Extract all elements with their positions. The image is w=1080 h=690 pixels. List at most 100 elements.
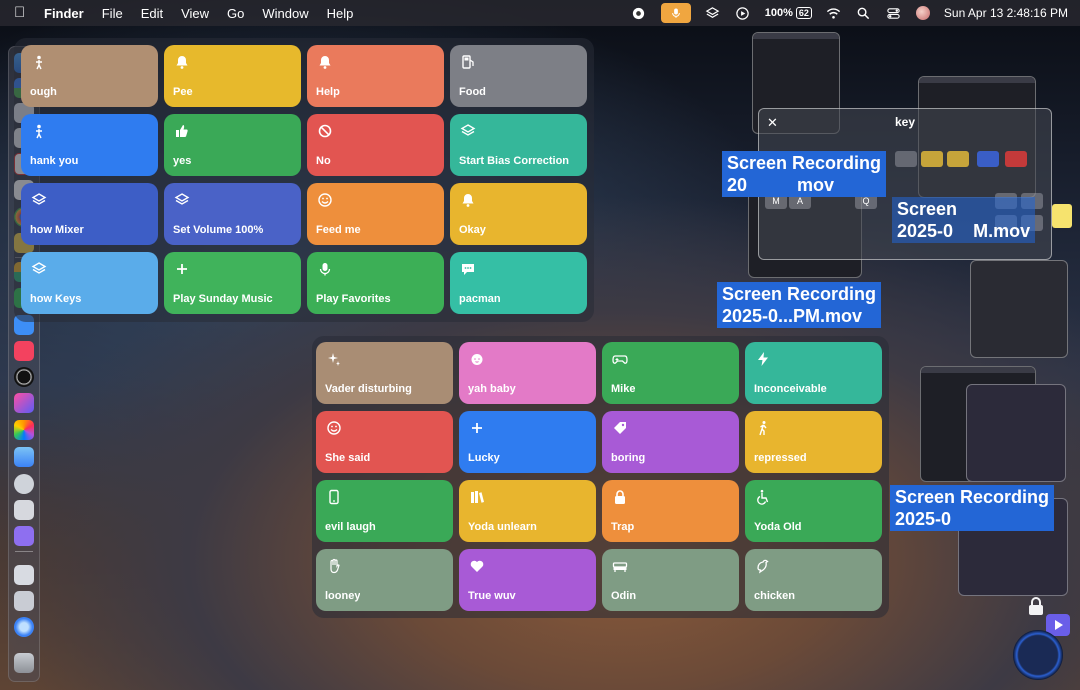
shortcut-tile[interactable]: Play Sunday Music bbox=[164, 252, 301, 314]
shortcut-tile[interactable]: yah baby bbox=[459, 342, 596, 404]
recording-label-c[interactable]: Screen 2025-0 M.mov bbox=[892, 197, 1036, 243]
dock-separator bbox=[15, 551, 33, 552]
close-icon[interactable]: ✕ bbox=[767, 115, 778, 131]
search-icon[interactable] bbox=[856, 5, 872, 21]
shortcut-tile[interactable]: She said bbox=[316, 411, 453, 473]
apple-menu-icon[interactable]:  bbox=[14, 5, 30, 21]
menu-window[interactable]: Window bbox=[262, 6, 308, 21]
shortcut-label: Yoda Old bbox=[754, 521, 802, 533]
shortcut-tile[interactable]: Food bbox=[450, 45, 587, 107]
key-button[interactable] bbox=[977, 151, 999, 167]
preview-icon[interactable] bbox=[14, 447, 34, 467]
shortcut-label: looney bbox=[325, 590, 361, 602]
shortcut-tile[interactable]: Help bbox=[307, 45, 444, 107]
battery-indicator[interactable]: 100% 62 bbox=[765, 7, 812, 19]
shortcut-tile[interactable]: Set Volume 100% bbox=[164, 183, 301, 245]
key-button[interactable] bbox=[895, 151, 917, 167]
shortcut-tile[interactable]: ough bbox=[21, 45, 158, 107]
menu-help[interactable]: Help bbox=[327, 6, 354, 21]
wifi-icon[interactable] bbox=[826, 5, 842, 21]
recording-label-title: Screen Recording bbox=[727, 153, 882, 173]
sticky-note-icon[interactable] bbox=[1052, 204, 1072, 228]
shortcut-tile[interactable]: Pee bbox=[164, 45, 301, 107]
folder-icon[interactable] bbox=[14, 565, 34, 585]
shortcut-tile[interactable]: Yoda Old bbox=[745, 480, 882, 542]
menu-view[interactable]: View bbox=[181, 6, 209, 21]
video-player-icon[interactable] bbox=[14, 526, 34, 546]
shortcut-label: repressed bbox=[754, 452, 807, 464]
menubar-clock[interactable]: Sun Apr 13 2:48:16 PM bbox=[944, 6, 1068, 20]
shortcut-tile[interactable]: how Keys bbox=[21, 252, 158, 314]
recording-label-b[interactable]: Screen Recording 2025-0...PM.mov bbox=[717, 282, 882, 328]
shortcut-tile[interactable]: Okay bbox=[450, 183, 587, 245]
shortcut-tile[interactable]: how Mixer bbox=[21, 183, 158, 245]
plus-icon bbox=[174, 261, 190, 277]
shortcut-tile[interactable]: boring bbox=[602, 411, 739, 473]
shortcut-tile[interactable]: Lucky bbox=[459, 411, 596, 473]
shortcut-tile[interactable]: No bbox=[307, 114, 444, 176]
user-avatar[interactable] bbox=[915, 6, 930, 20]
gamepad-icon bbox=[612, 351, 628, 367]
key-button[interactable] bbox=[1005, 151, 1027, 167]
recording-label-a[interactable]: Screen Recording 20 mov bbox=[722, 151, 887, 197]
layers-icon[interactable] bbox=[705, 5, 721, 21]
sparkle-icon bbox=[326, 351, 342, 367]
menu-edit[interactable]: Edit bbox=[141, 6, 163, 21]
shortcut-tile[interactable]: Vader disturbing bbox=[316, 342, 453, 404]
recording-label-d[interactable]: Screen Recording 2025-0 bbox=[890, 485, 1055, 531]
shortcut-tile[interactable]: Start Bias Correction bbox=[450, 114, 587, 176]
microphone-icon[interactable] bbox=[660, 3, 691, 23]
circle-app-icon[interactable] bbox=[14, 367, 34, 387]
shortcut-label: Odin bbox=[611, 590, 637, 602]
shortcut-label: yah baby bbox=[468, 383, 516, 395]
shortcut-tile[interactable]: Yoda unlearn bbox=[459, 480, 596, 542]
shortcut-tile[interactable]: Inconceivable bbox=[745, 342, 882, 404]
menu-bar:  Finder File Edit View Go Window Help 1… bbox=[0, 0, 1080, 26]
trash-icon[interactable] bbox=[14, 653, 34, 673]
menu-file[interactable]: File bbox=[102, 6, 123, 21]
sofa-icon bbox=[612, 558, 628, 574]
shortcut-tile[interactable]: yes bbox=[164, 114, 301, 176]
shortcuts-icon[interactable] bbox=[14, 393, 34, 413]
launchpad-thumbnail[interactable] bbox=[970, 260, 1068, 358]
play-circle-icon[interactable] bbox=[735, 5, 751, 21]
shortcut-tile[interactable]: repressed bbox=[745, 411, 882, 473]
recording-label-title: Screen Recording bbox=[722, 284, 877, 304]
layers-icon bbox=[460, 123, 476, 139]
activity-ring-icon bbox=[1013, 630, 1063, 680]
screenshot-icon[interactable] bbox=[14, 500, 34, 520]
shortcut-tile[interactable]: True wuv bbox=[459, 549, 596, 611]
shortcut-tile[interactable]: Mike bbox=[602, 342, 739, 404]
settings-gear-icon[interactable] bbox=[14, 474, 34, 494]
music-icon[interactable] bbox=[14, 341, 34, 361]
smile-icon bbox=[326, 420, 342, 436]
key-button[interactable] bbox=[921, 151, 943, 167]
shortcut-tile[interactable]: Trap bbox=[602, 480, 739, 542]
menu-app-name[interactable]: Finder bbox=[44, 6, 84, 21]
shortcut-tile[interactable]: looney bbox=[316, 549, 453, 611]
shortcut-tile[interactable]: pacman bbox=[450, 252, 587, 314]
control-center-icon[interactable] bbox=[886, 5, 902, 21]
record-status-icon[interactable] bbox=[631, 5, 647, 21]
shortcut-label: how Keys bbox=[30, 293, 82, 305]
shortcut-tile[interactable]: Play Favorites bbox=[307, 252, 444, 314]
layers-icon bbox=[31, 192, 47, 208]
shortcut-label: Mike bbox=[611, 383, 636, 395]
shortcut-tile[interactable]: chicken bbox=[745, 549, 882, 611]
shortcut-tile[interactable]: Feed me bbox=[307, 183, 444, 245]
applications-grid-icon[interactable] bbox=[14, 591, 34, 611]
shortcut-tile[interactable]: evil laugh bbox=[316, 480, 453, 542]
downloads-icon[interactable] bbox=[14, 617, 34, 637]
photos-icon[interactable] bbox=[14, 420, 34, 440]
recording-thumbnail[interactable] bbox=[966, 384, 1066, 482]
key-button[interactable] bbox=[947, 151, 969, 167]
shortcut-label: hank you bbox=[30, 155, 79, 167]
shortcut-label: Yoda unlearn bbox=[468, 521, 537, 533]
shortcut-tile[interactable]: Odin bbox=[602, 549, 739, 611]
bell-icon bbox=[174, 54, 190, 70]
menu-go[interactable]: Go bbox=[227, 6, 244, 21]
shortcut-label: Help bbox=[316, 86, 340, 98]
shortcut-tile[interactable]: hank you bbox=[21, 114, 158, 176]
shortcut-label: Inconceivable bbox=[754, 383, 827, 395]
bell-icon bbox=[460, 192, 476, 208]
